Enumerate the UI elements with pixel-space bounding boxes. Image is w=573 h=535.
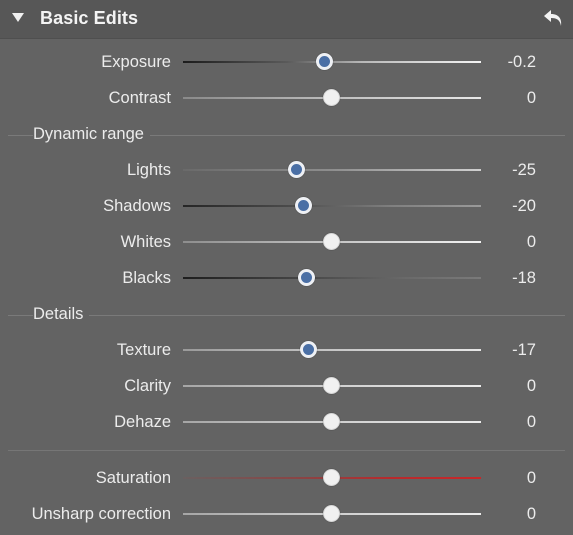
lights-value[interactable]: -25 (512, 161, 536, 180)
whites-knob[interactable] (322, 233, 340, 250)
lights-track[interactable] (183, 169, 481, 171)
texture-knob[interactable] (299, 341, 317, 358)
slider-row-dehaze: Dehaze 0 (0, 404, 573, 440)
slider-row-exposure: Exposure -0.2 (0, 44, 573, 80)
saturation-label: Saturation (95, 469, 171, 487)
clarity-value[interactable]: 0 (527, 377, 536, 396)
exposure-label: Exposure (101, 53, 171, 71)
slider-row-whites: Whites 0 (0, 224, 573, 260)
exposure-knob[interactable] (315, 53, 333, 70)
clarity-label: Clarity (124, 377, 171, 395)
dehaze-value[interactable]: 0 (527, 413, 536, 432)
panel-header[interactable]: Basic Edits (0, 0, 573, 39)
saturation-value[interactable]: 0 (527, 469, 536, 488)
texture-label: Texture (116, 341, 171, 359)
unsharp-correction-value[interactable]: 0 (527, 505, 536, 524)
slider-row-unsharp-correction: Unsharp correction 0 (0, 496, 573, 532)
texture-track[interactable] (183, 349, 481, 351)
whites-value[interactable]: 0 (527, 233, 536, 252)
shadows-value[interactable]: -20 (512, 197, 536, 216)
dehaze-label: Dehaze (114, 413, 171, 431)
unsharp-correction-label: Unsharp correction (31, 505, 171, 523)
slider-row-texture: Texture -17 (0, 332, 573, 368)
slider-row-lights: Lights -25 (0, 152, 573, 188)
section-title-dynamic-range: Dynamic range (33, 125, 150, 144)
shadows-track[interactable] (183, 205, 481, 207)
blacks-label: Blacks (122, 269, 171, 287)
slider-row-contrast: Contrast 0 (0, 80, 573, 116)
divider (8, 450, 565, 451)
dehaze-knob[interactable] (322, 413, 340, 430)
section-divider (8, 315, 565, 316)
section-title-details: Details (33, 305, 90, 324)
shadows-label: Shadows (103, 197, 171, 215)
whites-label: Whites (120, 233, 171, 251)
contrast-value[interactable]: 0 (527, 89, 536, 108)
exposure-value[interactable]: -0.2 (508, 53, 536, 72)
blacks-knob[interactable] (297, 269, 315, 286)
lights-label: Lights (126, 161, 171, 179)
slider-row-shadows: Shadows -20 (0, 188, 573, 224)
lights-knob[interactable] (287, 161, 305, 178)
triangle-down-icon[interactable] (12, 13, 24, 23)
undo-arrow-icon[interactable] (541, 6, 567, 32)
blacks-track[interactable] (183, 277, 481, 279)
contrast-knob[interactable] (322, 89, 340, 106)
slider-row-blacks: Blacks -18 (0, 260, 573, 296)
slider-row-clarity: Clarity 0 (0, 368, 573, 404)
contrast-label: Contrast (108, 89, 171, 107)
panel-title: Basic Edits (40, 8, 139, 28)
saturation-knob[interactable] (322, 469, 340, 486)
clarity-knob[interactable] (322, 377, 340, 394)
unsharp-correction-knob[interactable] (322, 505, 340, 522)
slider-row-saturation: Saturation 0 (0, 460, 573, 496)
shadows-knob[interactable] (294, 197, 312, 214)
texture-value[interactable]: -17 (512, 341, 536, 360)
blacks-value[interactable]: -18 (512, 269, 536, 288)
